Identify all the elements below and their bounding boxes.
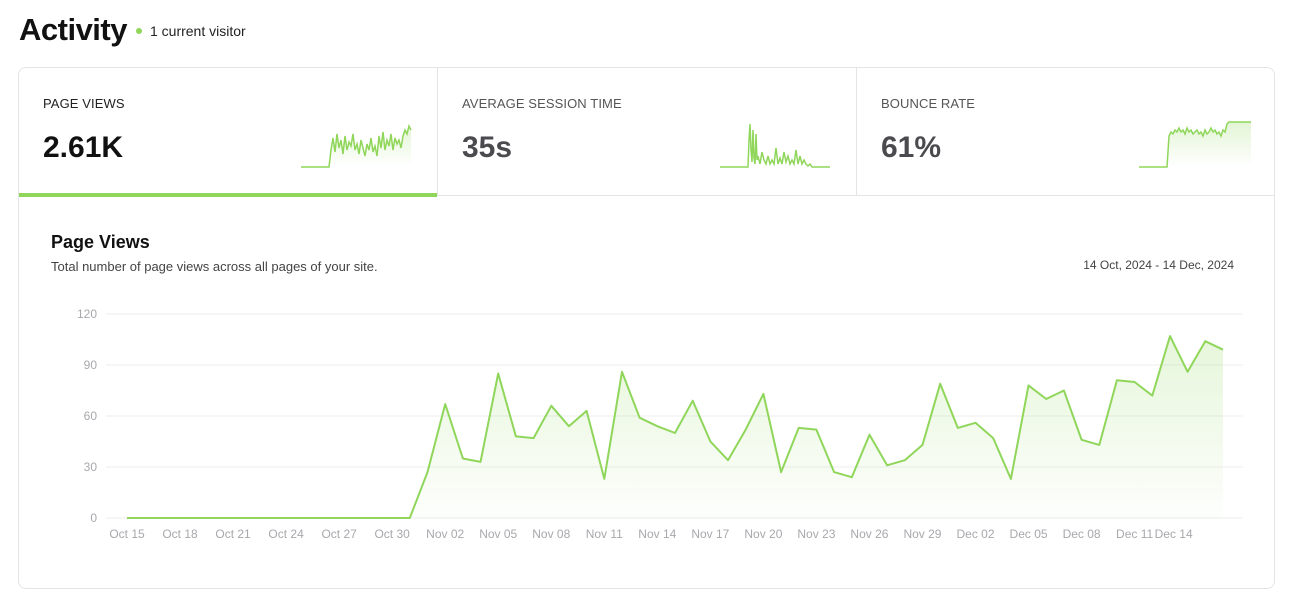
live-dot-icon (135, 28, 142, 34)
page-title: Activity (19, 12, 127, 47)
x-tick-label: Dec 14 (1155, 527, 1193, 541)
active-tab-indicator (19, 193, 437, 197)
tab-value: 61% (881, 131, 942, 164)
date-range[interactable]: 14 Oct, 2024 - 14 Dec, 2024 (1083, 258, 1234, 272)
tab-value: 2.61K (43, 131, 124, 164)
y-tick-label: 90 (84, 358, 98, 372)
tab-page-views[interactable]: PAGE VIEWS 2.61K (19, 68, 437, 197)
tab-average-session-time[interactable]: AVERAGE SESSION TIME 35s (437, 68, 856, 196)
page-header: Activity 1 current visitor (19, 12, 246, 48)
x-tick-label: Oct 30 (374, 527, 410, 541)
chart-title: Page Views (51, 232, 150, 252)
y-tick-label: 60 (84, 409, 98, 423)
x-tick-label: Nov 02 (426, 527, 464, 541)
x-tick-label: Oct 27 (321, 527, 357, 541)
y-tick-label: 0 (90, 511, 97, 525)
x-tick-label: Nov 08 (532, 527, 570, 541)
x-tick-label: Nov 26 (850, 527, 888, 541)
current-visitor-indicator: 1 current visitor (135, 23, 246, 39)
metric-tabs: PAGE VIEWS 2.61K AVERAGE SESSION TIME 35… (19, 68, 1274, 197)
activity-card: PAGE VIEWS 2.61K AVERAGE SESSION TIME 35… (18, 67, 1275, 589)
x-tick-label: Oct 24 (268, 527, 304, 541)
bounce-rate-sparkline (1139, 121, 1251, 168)
x-tick-label: Dec 02 (957, 527, 995, 541)
x-tick-label: Dec 08 (1063, 527, 1101, 541)
current-visitor-text: 1 current visitor (149, 23, 246, 39)
x-tick-label: Nov 14 (638, 527, 676, 541)
x-tick-label: Oct 18 (162, 527, 198, 541)
x-tick-label: Nov 11 (586, 527, 623, 541)
x-tick-label: Nov 20 (744, 527, 782, 541)
x-tick-label: Nov 17 (691, 527, 729, 541)
x-tick-label: Dec 11 (1116, 527, 1153, 541)
tab-label: AVERAGE SESSION TIME (462, 96, 622, 111)
page-views-chart: 0 30 60 90 120 Oct 15 Oct 18 Oct 21 Oct 24 Oct 2… (77, 307, 1243, 541)
x-tick-label: Nov 23 (797, 527, 835, 541)
tab-value: 35s (462, 131, 513, 164)
x-tick-label: Nov 05 (479, 527, 517, 541)
page-views-sparkline (301, 123, 412, 168)
tab-bounce-rate[interactable]: BOUNCE RATE 61% (856, 68, 1274, 196)
x-tick-label: Dec 05 (1010, 527, 1048, 541)
chart-subtitle: Total number of page views across all pa… (51, 259, 378, 274)
x-tick-label: Nov 29 (903, 527, 941, 541)
x-tick-label: Oct 15 (109, 527, 145, 541)
session-time-sparkline (720, 123, 830, 168)
page-views-area (127, 336, 1223, 518)
x-tick-label: Oct 21 (215, 527, 251, 541)
tab-label: PAGE VIEWS (43, 96, 125, 111)
tab-label: BOUNCE RATE (881, 96, 976, 111)
y-tick-label: 30 (84, 460, 98, 474)
y-tick-label: 120 (77, 307, 97, 321)
